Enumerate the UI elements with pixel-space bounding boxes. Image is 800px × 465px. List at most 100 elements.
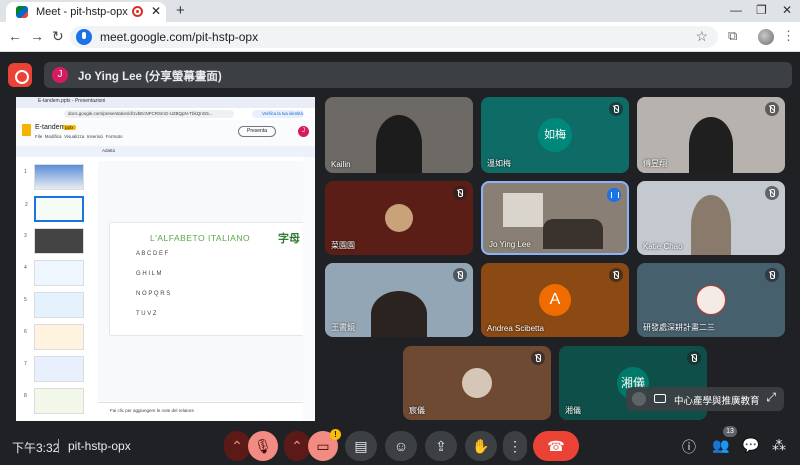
audio-options-chevron-icon[interactable]: ⌃ <box>224 431 250 461</box>
zoom-label: Adatta <box>102 148 116 153</box>
participant-count-badge: 13 <box>723 426 737 437</box>
avatar: A <box>539 284 571 316</box>
address-bar[interactable]: meet.google.com/pit-hstp-opx ☆ <box>70 26 718 48</box>
captions-button[interactable]: ▤ <box>345 431 377 461</box>
mic-in-use-icon[interactable] <box>76 29 92 45</box>
mic-muted-icon <box>531 351 545 365</box>
people-icon[interactable]: 👥 <box>712 437 729 454</box>
url-text: meet.google.com/pit-hstp-opx <box>100 30 259 44</box>
participant-video <box>691 195 731 255</box>
participant-name: Andrea Scibetta <box>487 324 544 333</box>
whiteboard-video <box>503 193 543 227</box>
participant-tile[interactable]: 如梅 溫如梅 <box>481 97 629 173</box>
meet-logo-icon <box>16 6 28 18</box>
participant-tile[interactable]: 傅昱翔 <box>637 97 785 173</box>
participant-name: Kailin <box>331 160 351 169</box>
warning-badge: ! <box>330 429 341 440</box>
video-options-chevron-icon[interactable]: ⌃ <box>284 431 310 461</box>
participant-tile[interactable]: 菜園園 <box>325 181 473 255</box>
slide-thumb: 7 <box>24 356 84 382</box>
leave-call-button[interactable]: ☎ <box>533 431 579 461</box>
meeting-controls-bar: 下午3:32 pit-hstp-opx ⌃ 🎙 ⌃ ▭ ▤ ☺ ⇪ ✋ ⋮ ☎ <box>0 425 800 465</box>
alphabet-row: G H I L M <box>136 271 162 277</box>
mic-off-icon[interactable] <box>632 392 646 406</box>
extensions-icon[interactable]: ⧉ <box>728 28 737 44</box>
participant-tile[interactable]: Katie Chao <box>637 181 785 255</box>
participant-video <box>689 117 733 173</box>
slides-menu: File Modifica Visualizza Inserisci Forma… <box>35 134 123 139</box>
mic-muted-icon <box>765 186 779 200</box>
current-slide: L'ALFABETO ITALIANO 字母 A B C D E F G H I… <box>110 223 308 335</box>
raise-hand-button[interactable]: ✋ <box>465 431 497 461</box>
reload-icon[interactable]: ↻ <box>52 28 64 45</box>
mic-muted-icon <box>609 268 623 282</box>
meeting-code: pit-hstp-opx <box>68 439 131 453</box>
activities-icon[interactable]: ⁂ <box>772 437 786 454</box>
participant-name: 菜園園 <box>331 241 355 250</box>
participant-tile-active-speaker[interactable]: Jo Ying Lee <box>481 181 629 255</box>
maximize-icon[interactable]: ❐ <box>756 3 767 17</box>
slide-thumbnails: 1 2 3 4 5 6 7 8 <box>22 162 96 417</box>
profile-avatar[interactable] <box>758 29 774 45</box>
slide-title: L'ALFABETO ITALIANO <box>150 233 251 243</box>
participant-name: 溫如梅 <box>487 159 511 168</box>
slides-app-bar: E-tandem pptx File Modifica Visualizza I… <box>16 120 315 146</box>
stop-presenting-icon[interactable] <box>8 63 32 87</box>
slide-thumb: 8 <box>24 388 84 414</box>
expand-icon[interactable]: ⤢ <box>766 390 776 405</box>
divider <box>58 439 59 453</box>
mic-muted-icon <box>765 268 779 282</box>
chat-icon[interactable]: 💬 <box>742 437 759 454</box>
slide-thumb: 3 <box>24 228 84 254</box>
mic-muted-icon <box>687 351 701 365</box>
slide-cjk-title: 字母 <box>278 233 300 245</box>
participant-name: 王書鏡 <box>331 323 355 332</box>
doc-title: E-tandem <box>35 124 66 131</box>
shared-tab-title: E-tandem.pptx - Presentazioni <box>38 98 106 104</box>
avatar: 如梅 <box>538 118 572 152</box>
new-tab-button[interactable]: + <box>176 2 185 19</box>
shared-tab-bar: E-tandem.pptx - Presentazioni <box>16 97 315 108</box>
participant-name: 湘儀 <box>565 406 581 415</box>
menu-dots-icon[interactable]: ⋮ <box>782 28 795 44</box>
bookmark-star-icon[interactable]: ☆ <box>695 28 708 45</box>
participant-tile[interactable]: 宸儀 <box>403 346 551 420</box>
close-tab-icon[interactable]: ✕ <box>151 4 161 18</box>
participant-video <box>543 219 603 249</box>
self-view-pill[interactable]: 中心產學與推廣教育 ⤢ <box>626 387 784 411</box>
self-name: 中心產學與推廣教育 <box>674 396 760 407</box>
present-screen-button[interactable]: ⇪ <box>425 431 457 461</box>
camera-off-icon[interactable] <box>654 394 666 403</box>
slide-thumb: 5 <box>24 292 84 318</box>
participant-name: 研發處深耕計畫二三 <box>643 323 715 332</box>
back-icon[interactable]: ← <box>8 28 22 44</box>
mic-muted-icon <box>609 102 623 116</box>
close-window-icon[interactable]: ✕ <box>782 3 792 17</box>
participant-tile[interactable]: Kailin <box>325 97 473 173</box>
slides-toolbar: Adatta <box>16 146 315 157</box>
browser-tab-bar: Meet - pit-hstp-opx ✕ + — ❐ ✕ <box>0 0 800 22</box>
meeting-info-icon[interactable]: ⓘ <box>682 437 696 457</box>
slide-canvas: L'ALFABETO ITALIANO 字母 A B C D E F G H I… <box>98 161 308 401</box>
more-options-button[interactable]: ⋮ <box>503 431 527 461</box>
minimize-icon[interactable]: — <box>730 3 742 17</box>
browser-tab[interactable]: Meet - pit-hstp-opx ✕ <box>6 2 166 22</box>
avatar <box>385 204 413 232</box>
shared-screen: E-tandem.pptx - Presentazioni docs.googl… <box>16 97 315 421</box>
participant-name: 宸儀 <box>409 406 425 415</box>
side-panel-rail <box>303 157 315 421</box>
participant-name: 傅昱翔 <box>643 159 667 168</box>
participant-tile[interactable]: 王書鏡 <box>325 263 473 337</box>
shared-address-row: docs.google.com/presentation/d/1vbEcNFCR… <box>16 108 315 120</box>
doc-format-badge: pptx <box>63 125 76 130</box>
participant-tile[interactable]: A Andrea Scibetta <box>481 263 629 337</box>
participant-tile[interactable]: 研發處深耕計畫二三 <box>637 263 785 337</box>
mic-muted-icon <box>453 268 467 282</box>
mic-muted-icon <box>453 186 467 200</box>
forward-icon[interactable]: → <box>30 28 44 44</box>
mic-toggle-button[interactable]: 🎙 <box>248 431 278 461</box>
participant-name: Jo Ying Lee <box>489 240 531 249</box>
emoji-button[interactable]: ☺ <box>385 431 417 461</box>
avatar <box>462 368 492 398</box>
slide-thumb: 1 <box>24 164 84 190</box>
